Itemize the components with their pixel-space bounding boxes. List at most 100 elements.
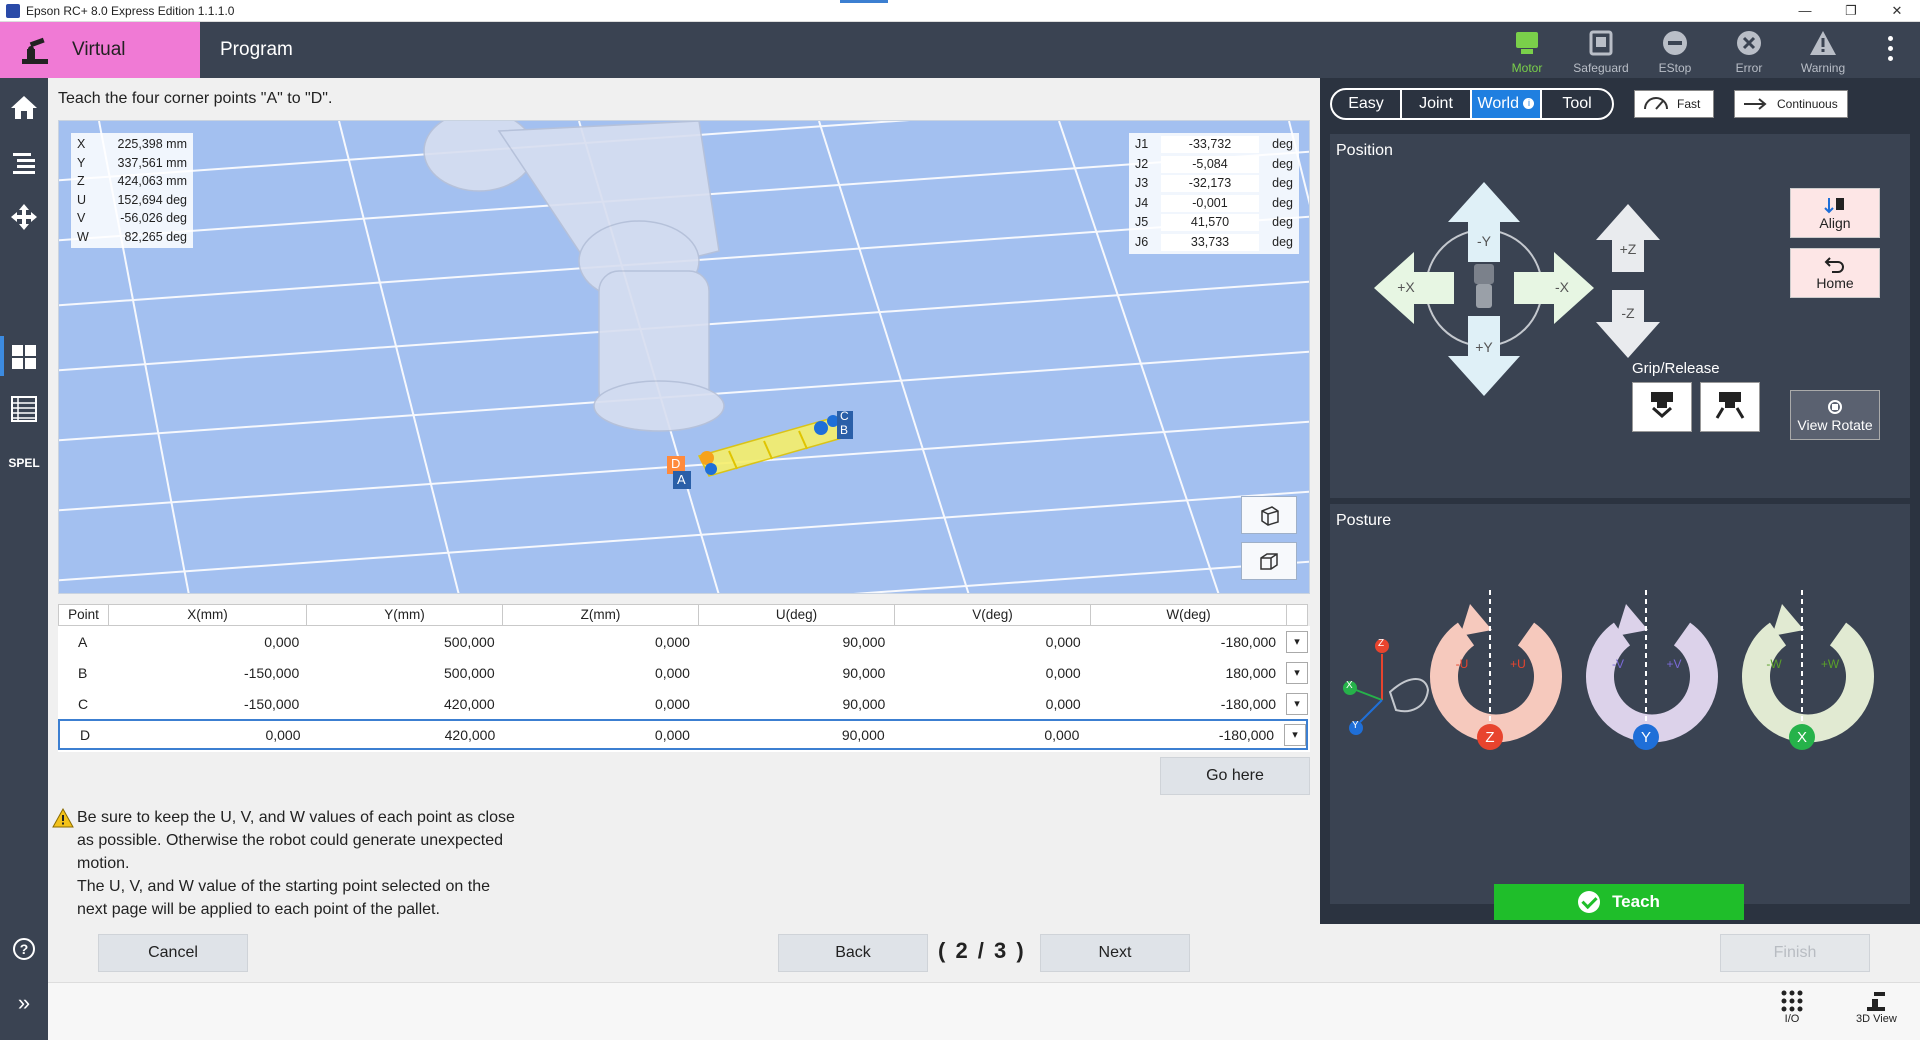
cell-u: 90,000: [842, 633, 886, 650]
joint-value: -5,084: [1161, 155, 1259, 173]
release-button[interactable]: [1700, 382, 1760, 432]
close-window-button[interactable]: ✕: [1874, 0, 1920, 22]
back-button[interactable]: Back: [778, 934, 928, 972]
joint-label: J5: [1135, 215, 1149, 229]
joint-label: J4: [1135, 195, 1149, 210]
coord-value: 82,265 deg: [124, 229, 187, 244]
coord-label: U: [77, 192, 87, 207]
cell-v: 0,000: [1044, 726, 1080, 743]
rotate-plus-u-button[interactable]: +U: [1492, 614, 1544, 714]
rotate-minus-u-button[interactable]: -U: [1436, 614, 1488, 714]
next-button[interactable]: Next: [1040, 934, 1190, 972]
align-label: Align: [1819, 215, 1851, 231]
3d-viewport[interactable]: D A C B X 225,398 mm Y 337,561 mm Z 424,063…: [58, 120, 1310, 594]
grip-button[interactable]: [1632, 382, 1692, 432]
joint-row-j4: J4 -0,001 deg: [1135, 194, 1293, 214]
table-row-a[interactable]: A 0,000 500,000 0,000 90,000 0,000 -180,…: [58, 626, 1308, 657]
jog-mode-world[interactable]: World i: [1472, 90, 1542, 118]
jog-minus-y-button[interactable]: -Y: [1460, 230, 1508, 252]
cell-u: 90,000: [842, 664, 886, 681]
motor-status[interactable]: Motor: [1490, 22, 1564, 78]
speed-button[interactable]: Fast: [1634, 90, 1714, 118]
virtual-mode-tab[interactable]: Virtual: [0, 22, 200, 78]
jog-mode-easy[interactable]: Easy: [1332, 90, 1402, 118]
cancel-button[interactable]: Cancel: [98, 934, 248, 972]
jog-mode-selector: Easy Joint World i Tool: [1330, 88, 1614, 120]
gripper-open-icon: [1715, 392, 1745, 419]
chevron-down-icon[interactable]: ▾: [1286, 661, 1308, 684]
axis-z-badge: Z: [1477, 724, 1503, 750]
expand-nav-icon[interactable]: »: [9, 988, 39, 1018]
coord-value: 225,398 mm: [117, 137, 187, 151]
help-icon[interactable]: ?: [9, 934, 39, 964]
warning-label: Warning: [1800, 61, 1846, 75]
cell-x: -150,000: [243, 695, 300, 712]
rotate-minus-v-button[interactable]: -V: [1592, 614, 1644, 714]
cell-z: 0,000: [654, 664, 690, 681]
header-v: V(deg): [895, 605, 1091, 625]
rotate-plus-v-button[interactable]: +V: [1648, 614, 1700, 714]
step-label: Continuous: [1777, 97, 1838, 111]
estop-status[interactable]: EStop: [1638, 22, 1712, 78]
joint-row-j2: J2 -5,084 deg: [1135, 155, 1293, 175]
jog-plus-x-button[interactable]: +X: [1386, 276, 1426, 298]
grip-release-label: Grip/Release: [1632, 360, 1720, 377]
align-button[interactable]: Align: [1790, 188, 1880, 238]
chevron-down-icon[interactable]: ▾: [1284, 723, 1306, 746]
bottom-bar: I/O 3D View: [48, 982, 1920, 1040]
table-row-d[interactable]: D 0,000 420,000 0,000 90,000 0,000 -180,…: [58, 719, 1308, 750]
cell-u: 90,000: [842, 695, 886, 712]
jog-move-icon[interactable]: [9, 202, 39, 232]
jog-plus-y-button[interactable]: +Y: [1460, 336, 1508, 358]
joint-value: 33,733: [1161, 233, 1259, 251]
coord-v: V -56,026 deg: [77, 209, 187, 228]
chevron-down-icon[interactable]: ▾: [1286, 630, 1308, 653]
rotate-plus-w-button[interactable]: +W: [1804, 614, 1856, 714]
chevron-down-icon[interactable]: ▾: [1286, 692, 1308, 715]
gripper-close-icon: [1651, 392, 1673, 419]
step-mode-button[interactable]: Continuous: [1734, 90, 1848, 118]
error-status[interactable]: Error: [1712, 22, 1786, 78]
jog-mode-joint[interactable]: Joint: [1402, 90, 1472, 118]
table-row-c[interactable]: C -150,000 420,000 0,000 90,000 0,000 -1…: [58, 688, 1308, 719]
view-rotate-button[interactable]: View Rotate: [1790, 390, 1880, 440]
rotate-minus-w-button[interactable]: -W: [1748, 614, 1800, 714]
joint-value: -0,001: [1161, 194, 1259, 212]
maximize-button[interactable]: ❐: [1828, 0, 1874, 22]
page-indicator: ( 2 / 3 ): [938, 938, 1026, 963]
expand-glyph: »: [17, 990, 31, 1015]
jog-minus-x-button[interactable]: -X: [1542, 276, 1582, 298]
finish-button[interactable]: Finish: [1720, 934, 1870, 972]
go-here-button[interactable]: Go here: [1160, 757, 1310, 795]
pallet-label-b: B: [840, 423, 849, 437]
pallet-wizard-icon[interactable]: [9, 342, 39, 372]
safeguard-status[interactable]: Safeguard: [1564, 22, 1638, 78]
io-button[interactable]: I/O: [1780, 989, 1804, 1025]
posture-section: Posture Z X Y -U +U Z -V +V Y -W +W X: [1330, 504, 1910, 904]
3d-view-button[interactable]: 3D View: [1856, 989, 1897, 1025]
jog-plus-z-button[interactable]: +Z: [1606, 238, 1650, 260]
view-rotate-label: View Rotate: [1797, 417, 1873, 433]
app-header: Virtual Program Motor Safeguard EStop Er…: [0, 22, 1920, 78]
table-view-icon[interactable]: [9, 394, 39, 424]
spel-icon[interactable]: SPEL: [8, 448, 39, 478]
joint-unit: deg: [1272, 156, 1293, 171]
robot-view-icon: [1867, 992, 1886, 1011]
table-row-b[interactable]: B -150,000 500,000 0,000 90,000 0,000 18…: [58, 657, 1308, 688]
header-w: W(deg): [1091, 605, 1287, 625]
rotate-icon: [1828, 400, 1842, 414]
joint-label: J1: [1135, 137, 1149, 151]
home-icon[interactable]: [9, 92, 39, 122]
coord-label: Z: [77, 174, 85, 188]
program-list-icon[interactable]: [9, 148, 39, 178]
minimize-button[interactable]: —: [1782, 0, 1828, 22]
view-cube-alt-button[interactable]: [1241, 542, 1297, 580]
warning-status[interactable]: Warning: [1786, 22, 1860, 78]
view-cube-button[interactable]: [1241, 496, 1297, 534]
home-button[interactable]: Home: [1790, 248, 1880, 298]
teach-button[interactable]: Teach: [1494, 884, 1744, 920]
jog-minus-z-button[interactable]: -Z: [1606, 302, 1650, 324]
more-menu-icon[interactable]: [1888, 36, 1894, 61]
jog-mode-tool[interactable]: Tool: [1542, 90, 1612, 118]
cell-u: 90,000: [841, 726, 885, 743]
